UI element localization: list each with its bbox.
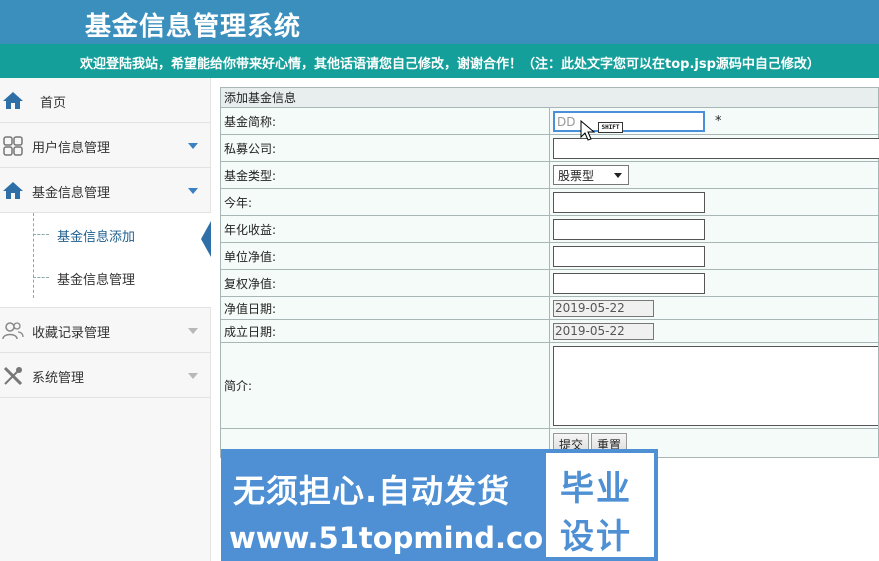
watermark-badge: 毕业 设计 bbox=[542, 449, 658, 561]
submenu-item-label: 基金信息管理 bbox=[57, 273, 136, 288]
fund-add-form: 添加基金信息 基金简称: DD * 私募公司: 基金类型: 股票型 今年: 年化收… bbox=[220, 87, 879, 458]
field-label-unit-nav: 单位净值: bbox=[220, 242, 550, 270]
sidebar-item-favorites[interactable]: 收藏记录管理 bbox=[0, 308, 211, 353]
field-cell-type: 股票型 bbox=[549, 161, 879, 189]
submenu-dash bbox=[33, 277, 49, 278]
field-label-company: 私募公司: bbox=[220, 134, 550, 162]
sidebar-item-label: 用户信息管理 bbox=[32, 141, 111, 156]
field-label-cumulative-nav: 复权净值: bbox=[220, 269, 550, 297]
chevron-down-icon bbox=[188, 188, 198, 194]
chevron-down-icon bbox=[188, 328, 198, 334]
fund-type-selected: 股票型 bbox=[558, 169, 595, 183]
sidebar-item-label: 基金信息管理 bbox=[32, 186, 111, 201]
field-label-this-year: 今年: bbox=[220, 188, 550, 216]
sidebar-item-fund-management[interactable]: 基金信息管理 bbox=[0, 168, 211, 213]
field-cell-cumulative-nav bbox=[549, 269, 879, 297]
chevron-down-icon bbox=[188, 143, 198, 149]
submenu-item-label: 基金信息添加 bbox=[57, 230, 136, 245]
sidebar-item-system[interactable]: 系统管理 bbox=[0, 353, 211, 398]
required-mark: * bbox=[715, 113, 722, 129]
nav-date-input[interactable]: 2019-05-22 bbox=[553, 299, 654, 317]
form-title: 添加基金信息 bbox=[220, 87, 879, 108]
unit-nav-input[interactable] bbox=[553, 245, 705, 267]
home-icon bbox=[3, 182, 23, 199]
field-cell-found-date: 2019-05-22 bbox=[549, 319, 879, 343]
header-bar: 基金信息管理系统 bbox=[0, 0, 879, 44]
watermark-badge-line1: 毕业 bbox=[560, 469, 632, 509]
submenu-item-fund-add[interactable]: 基金信息添加 bbox=[33, 220, 203, 250]
field-label-short-name: 基金简称: bbox=[220, 107, 550, 135]
company-input[interactable] bbox=[553, 137, 879, 159]
submenu-item-fund-manage[interactable]: 基金信息管理 bbox=[33, 263, 203, 293]
welcome-message: 欢迎登陆我站，希望能给你带来好心情，其他话语请您自己修改，谢谢合作！（注：此处文… bbox=[80, 57, 820, 72]
app-title: 基金信息管理系统 bbox=[85, 12, 302, 42]
fund-submenu: 基金信息添加 基金信息管理 bbox=[0, 213, 211, 308]
field-cell-intro bbox=[549, 342, 879, 429]
sidebar-item-label: 首页 bbox=[40, 96, 67, 111]
watermark-banner: 无须担心.自动发货 www.51topmind.com 毕业 设计 bbox=[221, 449, 658, 561]
field-cell-company bbox=[549, 134, 879, 162]
this-year-input[interactable] bbox=[553, 191, 705, 213]
field-label-type: 基金类型: bbox=[220, 161, 550, 189]
field-label-nav-date: 净值日期: bbox=[220, 296, 550, 320]
field-cell-unit-nav bbox=[549, 242, 879, 270]
users-icon bbox=[2, 322, 24, 340]
submenu-dash bbox=[33, 234, 49, 235]
field-cell-nav-date: 2019-05-22 bbox=[549, 296, 879, 320]
sidebar-item-home[interactable]: 首页 bbox=[0, 78, 211, 123]
short-name-input[interactable]: DD bbox=[553, 110, 705, 132]
found-date-input[interactable]: 2019-05-22 bbox=[553, 322, 654, 340]
field-cell-this-year bbox=[549, 188, 879, 216]
sidebar: 首页 用户信息管理 基金信息管理 基金信息添加 基金信息管理 收藏记录管理 系统… bbox=[0, 78, 211, 561]
watermark-badge-line2: 设计 bbox=[560, 517, 632, 557]
home-icon bbox=[3, 92, 23, 109]
welcome-bar: 欢迎登陆我站，希望能给你带来好心情，其他话语请您自己修改，谢谢合作！（注：此处文… bbox=[0, 44, 879, 78]
watermark-slogan: 无须担心.自动发货 bbox=[233, 472, 511, 510]
watermark-url: www.51topmind.com bbox=[229, 521, 574, 555]
field-label-annual-yield: 年化收益: bbox=[220, 215, 550, 243]
grid-icon bbox=[3, 136, 23, 156]
field-label-found-date: 成立日期: bbox=[220, 319, 550, 343]
mouse-cursor-icon bbox=[580, 120, 596, 141]
chevron-down-icon bbox=[188, 373, 198, 379]
sidebar-item-user-management[interactable]: 用户信息管理 bbox=[0, 123, 211, 168]
tools-icon bbox=[3, 366, 23, 386]
active-indicator-arrow bbox=[201, 221, 211, 257]
intro-textarea[interactable] bbox=[553, 345, 879, 426]
cumulative-nav-input[interactable] bbox=[553, 272, 705, 294]
field-label-intro: 简介: bbox=[220, 342, 550, 429]
sidebar-item-label: 系统管理 bbox=[32, 371, 85, 386]
sidebar-item-label: 收藏记录管理 bbox=[32, 326, 111, 341]
dropdown-arrow-icon bbox=[614, 173, 622, 178]
fund-type-select[interactable]: 股票型 bbox=[553, 165, 629, 185]
shift-key-badge: SHIFT bbox=[598, 122, 623, 133]
annual-yield-input[interactable] bbox=[553, 218, 705, 240]
field-cell-annual-yield bbox=[549, 215, 879, 243]
